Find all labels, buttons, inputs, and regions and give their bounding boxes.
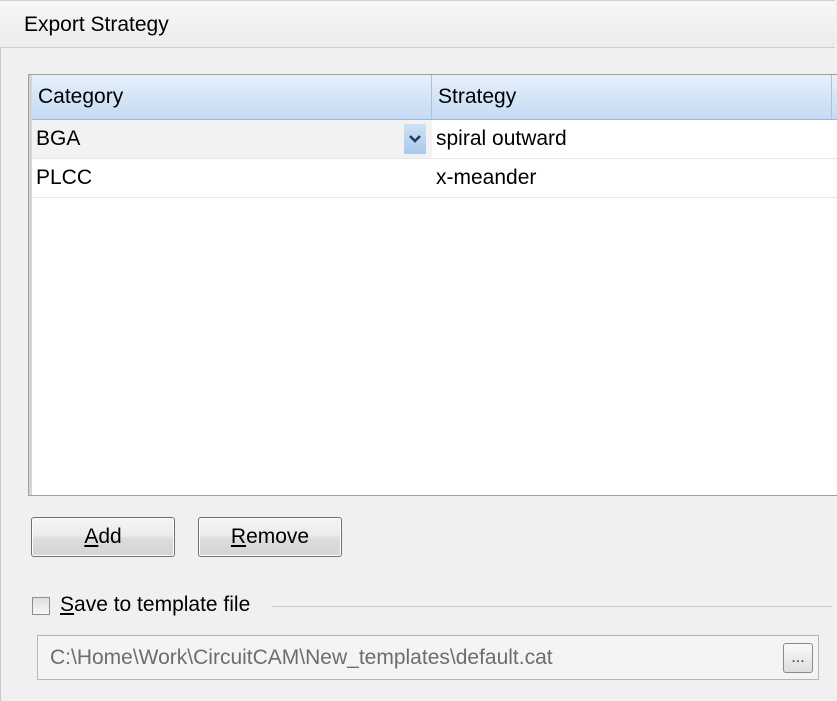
panel-header: Export Strategy: [0, 0, 835, 48]
table-row[interactable]: BGA spiral outward: [32, 120, 837, 159]
save-template-label-text: ave to template file: [74, 593, 251, 616]
panel-title: Export Strategy: [24, 13, 169, 36]
grid-header: Category Strategy: [32, 75, 837, 120]
window-border: [0, 0, 1, 701]
add-button[interactable]: Add: [31, 517, 175, 557]
strategy-cell[interactable]: x-meander: [432, 159, 832, 197]
template-path-field: C:\Home\Work\CircuitCAM\New_templates\de…: [37, 635, 819, 680]
category-cell[interactable]: BGA: [32, 120, 432, 158]
save-template-checkbox[interactable]: [32, 597, 50, 615]
add-button-label: dd: [98, 525, 122, 548]
group-separator: [272, 606, 832, 607]
category-cell[interactable]: PLCC: [32, 159, 432, 197]
browse-button[interactable]: ...: [783, 643, 813, 673]
category-dropdown-button[interactable]: [404, 124, 426, 154]
save-template-mnemonic: S: [60, 593, 75, 616]
strategy-value: spiral outward: [436, 127, 567, 150]
column-header-category[interactable]: Category: [32, 75, 432, 119]
save-template-label[interactable]: Save to template file: [60, 593, 250, 617]
category-value: BGA: [36, 127, 81, 150]
add-button-mnemonic: A: [84, 525, 99, 548]
strategy-cell[interactable]: spiral outward: [432, 120, 832, 158]
table-row[interactable]: PLCC x-meander: [32, 159, 837, 198]
template-path-value: C:\Home\Work\CircuitCAM\New_templates\de…: [50, 646, 553, 669]
remove-button[interactable]: Remove: [198, 517, 342, 557]
remove-button-mnemonic: R: [230, 525, 247, 548]
strategy-grid[interactable]: Category Strategy BGA spiral outward PLC…: [28, 74, 837, 496]
remove-button-label: emove: [246, 525, 310, 548]
column-header-strategy[interactable]: Strategy: [432, 75, 832, 119]
chevron-down-icon: [409, 135, 421, 143]
